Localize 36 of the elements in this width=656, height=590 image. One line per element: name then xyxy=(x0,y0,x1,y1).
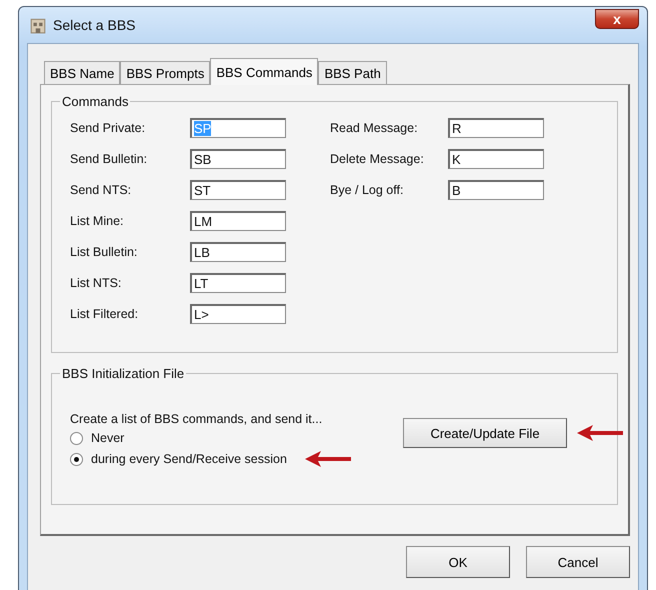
input-field[interactable]: SB xyxy=(190,149,286,169)
dialog-button[interactable]: Cancel xyxy=(526,546,630,578)
radio-label: Never xyxy=(91,431,124,445)
radio-button[interactable] xyxy=(70,452,83,466)
field-label: List Mine: xyxy=(70,214,124,228)
input-field[interactable]: ST xyxy=(190,180,286,200)
group-title: BBS Initialization File xyxy=(60,366,186,381)
building-icon xyxy=(29,16,47,34)
tab[interactable]: BBS Name xyxy=(44,61,120,84)
field-label: Send NTS: xyxy=(70,183,132,197)
radio-button[interactable] xyxy=(70,432,83,444)
radio-label: during every Send/Receive session xyxy=(91,452,287,466)
input-field[interactable]: LT xyxy=(190,273,286,293)
dialog-button[interactable]: OK xyxy=(406,546,510,578)
field-label: Delete Message: xyxy=(330,152,425,166)
tab[interactable]: BBS Prompts xyxy=(120,61,210,84)
input-field[interactable]: L> xyxy=(190,304,286,324)
input-field[interactable]: LB xyxy=(190,242,286,262)
window-title: Select a BBS xyxy=(53,17,136,33)
input-field[interactable]: B xyxy=(448,180,544,200)
field-label: List Filtered: xyxy=(70,307,140,321)
input-field[interactable]: LM xyxy=(190,211,286,231)
create-update-button[interactable]: Create/Update File xyxy=(403,418,567,448)
field-label: Send Private: xyxy=(70,121,146,135)
tab[interactable]: BBS Commands xyxy=(210,58,318,85)
field-label: Bye / Log off: xyxy=(330,183,404,197)
tab[interactable]: BBS Path xyxy=(318,61,387,84)
close-button[interactable]: x xyxy=(595,9,639,29)
group-title: Commands xyxy=(60,94,130,109)
field-label: List NTS: xyxy=(70,276,122,290)
input-field[interactable]: R xyxy=(448,118,544,138)
input-field[interactable]: K xyxy=(448,149,544,169)
field-label: List Bulletin: xyxy=(70,245,138,259)
field-label: Read Message: xyxy=(330,121,419,135)
instruction-text: Create a list of BBS commands, and send it... xyxy=(70,412,324,426)
field-label: Send Bulletin: xyxy=(70,152,148,166)
